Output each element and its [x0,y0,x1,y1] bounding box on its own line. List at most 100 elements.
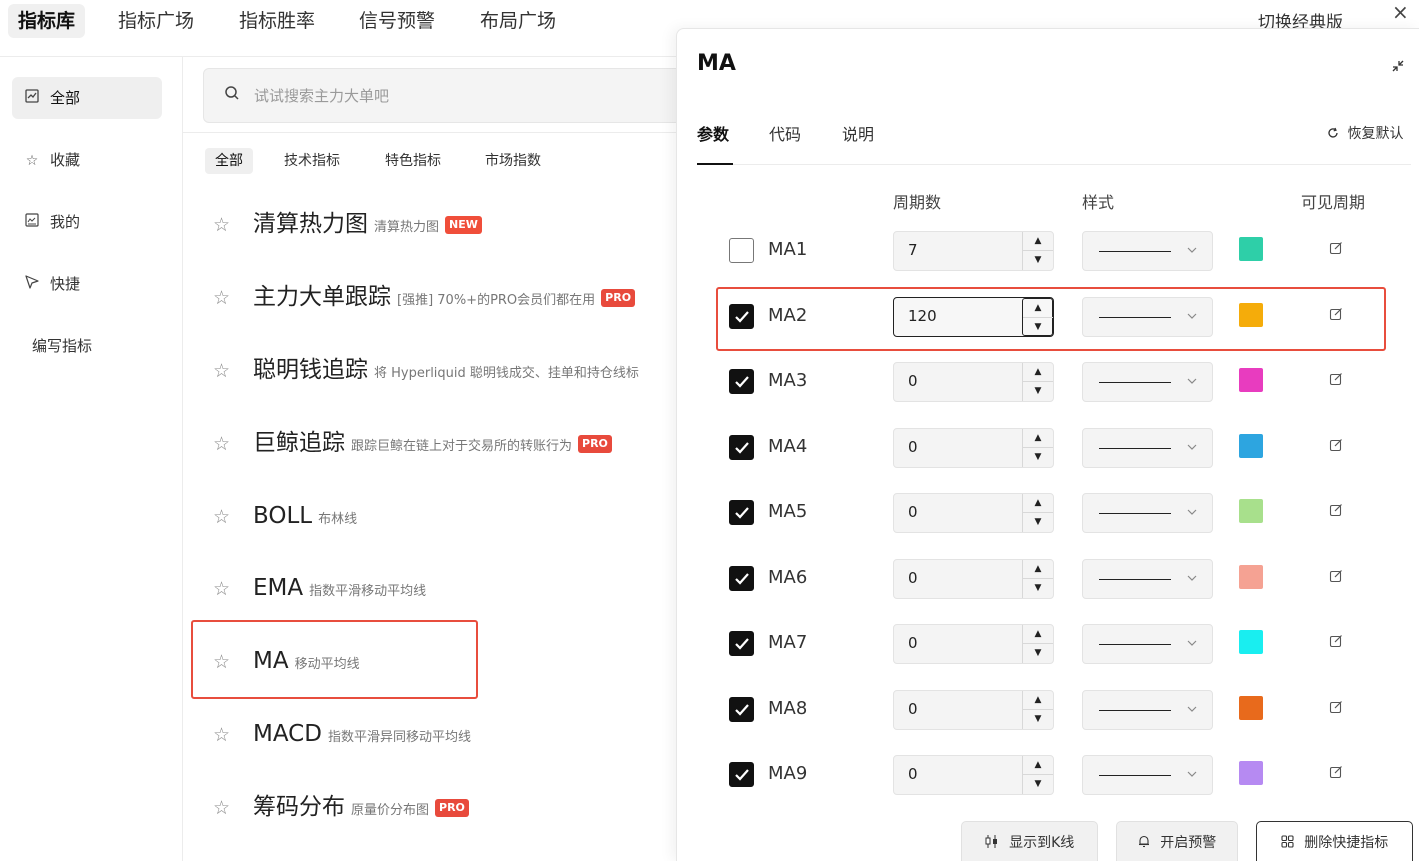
decrement-icon[interactable]: ▼ [1023,710,1053,729]
increment-icon[interactable]: ▲ [1023,494,1053,513]
edit-icon[interactable] [1329,241,1343,255]
star-icon[interactable]: ☆ [213,287,230,309]
increment-icon[interactable]: ▲ [1023,429,1053,448]
line-style-select[interactable] [1082,690,1213,730]
line-style-preview [1099,710,1171,711]
pro-badge: PRO [601,289,636,307]
edit-icon[interactable] [1329,765,1343,779]
increment-icon[interactable]: ▲ [1023,363,1053,382]
tab-layout-square[interactable]: 布局广场 [470,4,566,38]
period-stepper[interactable]: 0 ▲ ▼ [893,559,1054,599]
check-icon [735,638,749,650]
period-stepper[interactable]: 0 ▲ ▼ [893,428,1054,468]
filter-market-index[interactable]: 市场指数 [475,148,551,174]
edit-icon[interactable] [1329,700,1343,714]
period-stepper[interactable]: 7 ▲ ▼ [893,231,1054,271]
active-tab-indicator [697,163,733,165]
line-style-select[interactable] [1082,362,1213,402]
tab-indicator-square[interactable]: 指标广场 [108,4,204,38]
sidebar-item-mine[interactable]: 我的 [12,201,162,243]
sidebar-item-favorites[interactable]: ☆ 收藏 [12,139,162,181]
ma-checkbox[interactable] [729,435,754,460]
increment-icon[interactable]: ▲ [1023,625,1053,644]
line-style-select[interactable] [1082,428,1213,468]
delete-shortcut-button[interactable]: 删除快捷指标 [1256,821,1413,861]
indicator-desc: 将 Hyperliquid 聪明钱成交、挂单和持仓线标 [374,366,639,381]
tab-indicator-winrate[interactable]: 指标胜率 [229,4,325,38]
star-icon[interactable]: ☆ [213,578,230,600]
star-icon[interactable]: ☆ [213,360,230,382]
ma-checkbox[interactable] [729,566,754,591]
enable-alert-button[interactable]: 开启预警 [1116,821,1238,861]
tab-indicator-library[interactable]: 指标库 [8,4,86,38]
increment-icon[interactable]: ▲ [1023,691,1053,710]
increment-icon[interactable]: ▲ [1023,756,1053,775]
star-icon[interactable]: ☆ [213,433,230,455]
color-swatch[interactable] [1239,565,1263,589]
decrement-icon[interactable]: ▼ [1023,644,1053,663]
ma-checkbox[interactable] [729,697,754,722]
line-style-select[interactable] [1082,624,1213,664]
search-input[interactable] [254,81,674,111]
decrement-icon[interactable]: ▼ [1023,513,1053,532]
tab-params[interactable]: 参数 [697,121,729,145]
sidebar-item-all[interactable]: 全部 [12,77,162,119]
period-stepper[interactable]: 0 ▲ ▼ [893,624,1054,664]
decrement-icon[interactable]: ▼ [1023,579,1053,598]
star-icon[interactable]: ☆ [213,797,230,819]
decrement-icon[interactable]: ▼ [1023,382,1053,401]
line-style-preview [1099,644,1171,645]
check-icon [735,769,749,781]
period-stepper[interactable]: 0 ▲ ▼ [893,690,1054,730]
edit-icon[interactable] [1329,438,1343,452]
collapse-icon[interactable] [1391,59,1405,73]
line-style-select[interactable] [1082,493,1213,533]
filter-featured[interactable]: 特色指标 [375,148,451,174]
filter-all[interactable]: 全部 [205,148,253,174]
ma-checkbox[interactable] [729,631,754,656]
period-stepper[interactable]: 0 ▲ ▼ [893,755,1054,795]
color-swatch[interactable] [1239,499,1263,523]
period-stepper[interactable]: 0 ▲ ▼ [893,493,1054,533]
line-style-preview [1099,448,1171,449]
tab-signal-alert[interactable]: 信号预警 [349,4,445,38]
period-stepper[interactable]: 0 ▲ ▼ [893,362,1054,402]
edit-icon[interactable] [1329,569,1343,583]
close-icon[interactable]: × [1392,0,1409,24]
color-swatch[interactable] [1239,434,1263,458]
color-swatch[interactable] [1239,630,1263,654]
increment-icon[interactable]: ▲ [1023,560,1053,579]
spinner: ▲ ▼ [1022,429,1053,467]
write-indicator-link[interactable]: 编写指标 [32,335,92,356]
ma-checkbox[interactable] [729,762,754,787]
line-style-select[interactable] [1082,755,1213,795]
ma-checkbox[interactable] [729,369,754,394]
chevron-down-icon [1187,509,1197,515]
color-swatch[interactable] [1239,761,1263,785]
tab-code[interactable]: 代码 [769,121,801,145]
filter-technical[interactable]: 技术指标 [274,148,350,174]
color-swatch[interactable] [1239,368,1263,392]
restore-default-button[interactable]: 恢复默认 [1327,123,1403,143]
star-icon[interactable]: ☆ [213,214,230,236]
ma-checkbox[interactable] [729,500,754,525]
check-icon [735,376,749,388]
edit-icon[interactable] [1329,503,1343,517]
color-swatch[interactable] [1239,696,1263,720]
ma-checkbox[interactable] [729,238,754,263]
star-icon[interactable]: ☆ [213,506,230,528]
decrement-icon[interactable]: ▼ [1023,448,1053,467]
decrement-icon[interactable]: ▼ [1023,251,1053,270]
delete-shortcut-label: 删除快捷指标 [1304,835,1389,851]
decrement-icon[interactable]: ▼ [1023,775,1053,794]
edit-icon[interactable] [1329,634,1343,648]
star-icon[interactable]: ☆ [213,724,230,746]
increment-icon[interactable]: ▲ [1023,232,1053,251]
sidebar-item-shortcut[interactable]: 快捷 [12,263,162,305]
color-swatch[interactable] [1239,237,1263,261]
line-style-select[interactable] [1082,559,1213,599]
show-on-kline-button[interactable]: 显示到K线 [961,821,1098,861]
edit-icon[interactable] [1329,372,1343,386]
tab-description[interactable]: 说明 [842,121,874,145]
line-style-select[interactable] [1082,231,1213,271]
